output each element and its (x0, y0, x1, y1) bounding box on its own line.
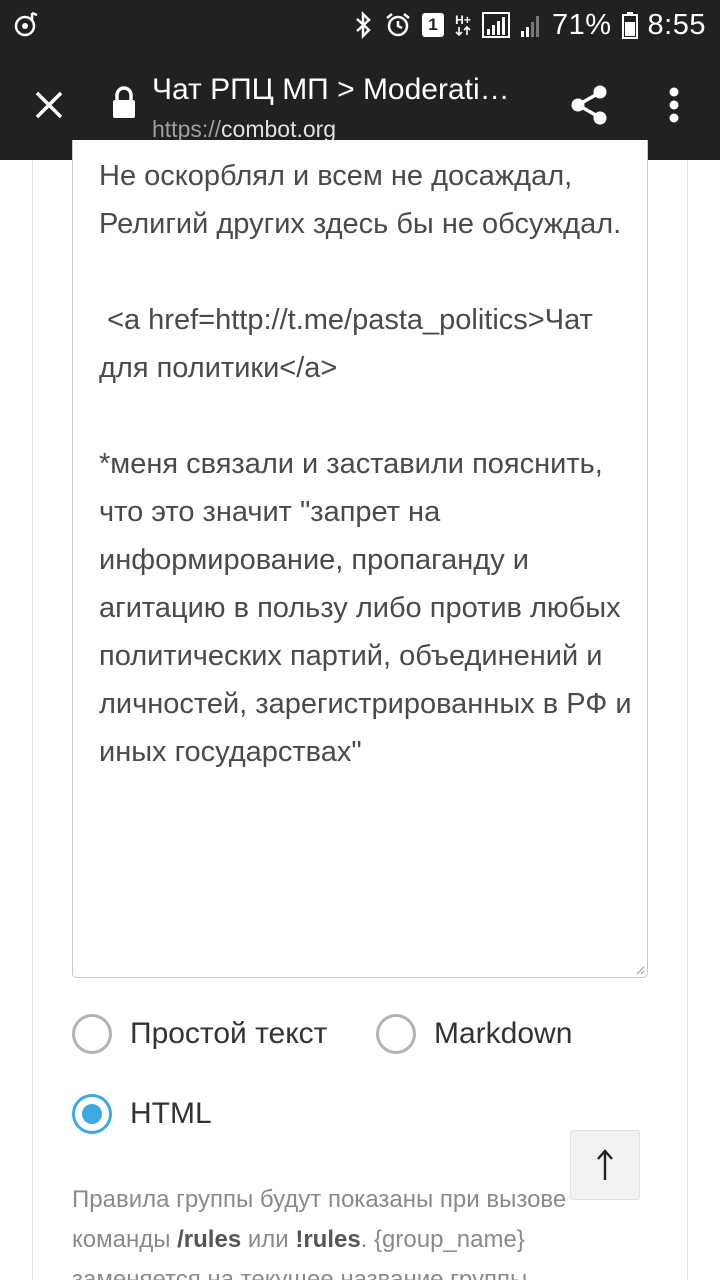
rules-command-alt: !rules (295, 1226, 361, 1253)
alarm-icon (384, 11, 412, 39)
network-type-icon: H+ (454, 14, 472, 36)
music-notification-icon (12, 10, 40, 38)
page-title: Чат РПЦ МП > Moderati… (152, 73, 510, 106)
lock-icon (110, 86, 138, 120)
scroll-to-top-button[interactable] (570, 1130, 640, 1200)
close-button[interactable] (22, 78, 76, 132)
bluetooth-icon (352, 11, 374, 39)
status-bar: 1 H+ 71% 8:55 (0, 0, 720, 50)
radio-label-plain: Простой текст (130, 1017, 328, 1050)
status-icons: 1 H+ 71% 8:55 (352, 0, 706, 50)
resize-handle-icon[interactable] (635, 965, 645, 975)
arrow-up-icon (597, 1149, 613, 1180)
close-icon (35, 91, 63, 119)
rules-textarea[interactable]: Не оскорблял и всем не досаждал, Религий… (72, 140, 648, 978)
clock: 8:55 (647, 8, 706, 41)
radio-plain-text[interactable]: Простой текст (72, 1014, 327, 1054)
share-icon (571, 85, 607, 125)
url-host: combot.org (221, 116, 337, 142)
signal-icon (482, 12, 510, 38)
radio-markdown[interactable]: Markdown (376, 1014, 572, 1054)
rules-help-text: Правила группы будут показаны при вызове… (72, 1180, 652, 1280)
radio-circle[interactable] (376, 1014, 416, 1054)
rules-command: /rules (177, 1226, 242, 1253)
notification-count-badge: 1 (422, 13, 444, 37)
page-info[interactable]: Чат РПЦ МП > Moderati… https://combot.or… (152, 70, 542, 144)
radio-label-html: HTML (130, 1097, 212, 1130)
radio-label-markdown: Markdown (434, 1017, 573, 1050)
radio-html[interactable]: HTML (72, 1094, 212, 1134)
more-options-button[interactable] (650, 78, 698, 132)
radio-circle-checked[interactable] (72, 1094, 112, 1134)
help-text-part: или (241, 1226, 296, 1253)
battery-icon (621, 11, 638, 39)
signal-weak-icon (520, 12, 542, 38)
url-scheme: https:// (152, 116, 222, 142)
battery-percent: 71% (552, 8, 612, 41)
radio-circle[interactable] (72, 1014, 112, 1054)
share-button[interactable] (562, 78, 616, 132)
rules-text: Не оскорблял и всем не досаждал, Религий… (99, 160, 632, 768)
more-vert-icon (669, 87, 679, 123)
